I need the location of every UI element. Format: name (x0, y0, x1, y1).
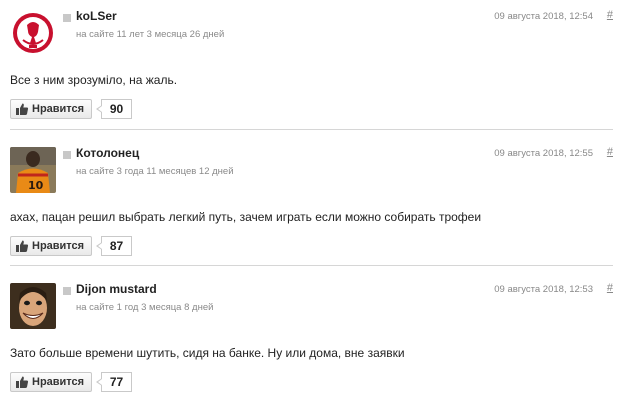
comment-divider (10, 129, 613, 130)
avatar[interactable]: 10 (10, 147, 56, 193)
comment-text: Зато больше времени шутить, сидя на банк… (10, 346, 405, 360)
avatar[interactable] (10, 283, 56, 329)
like-count: 87 (96, 236, 132, 256)
like-count: 77 (96, 372, 132, 392)
like-button[interactable]: Нравится (10, 99, 92, 119)
permalink[interactable]: # (607, 282, 613, 294)
thumbs-up-icon (16, 240, 29, 252)
comment-item: Dijon mustard на сайте 1 год 3 месяца 8 … (0, 273, 623, 401)
comment-date: 09 августа 2018, 12:54 (494, 11, 593, 22)
grinning-face-icon (10, 283, 56, 329)
comment-item: 10 Котолонец на сайте 3 года 11 месяцев … (0, 137, 623, 265)
comment-text: Все з ним зрозуміло, на жаль. (10, 73, 178, 87)
comment-text: ахах, пацан решил выбрать легкий путь, з… (10, 210, 482, 224)
liverpool-crest-icon (10, 10, 56, 56)
avatar[interactable] (10, 10, 56, 56)
user-tenure: на сайте 11 лет 3 месяца 26 дней (76, 29, 225, 40)
user-tenure: на сайте 3 года 11 месяцев 12 дней (76, 166, 234, 177)
user-tenure: на сайте 1 год 3 месяца 8 дней (76, 302, 214, 313)
like-button[interactable]: Нравится (10, 372, 92, 392)
permalink[interactable]: # (607, 9, 613, 21)
username[interactable]: Dijon mustard (76, 282, 157, 296)
comment-date: 09 августа 2018, 12:53 (494, 284, 593, 295)
football-player-icon: 10 (10, 147, 56, 193)
status-indicator (63, 151, 71, 159)
comment-item: koLSer на сайте 11 лет 3 месяца 26 дней … (0, 0, 623, 128)
username[interactable]: Котолонец (76, 146, 139, 160)
like-button[interactable]: Нравится (10, 236, 92, 256)
username[interactable]: koLSer (76, 9, 117, 23)
svg-text:10: 10 (28, 179, 44, 192)
thumbs-up-icon (16, 376, 29, 388)
thumbs-up-icon (16, 103, 29, 115)
comment-date: 09 августа 2018, 12:55 (494, 148, 593, 159)
permalink[interactable]: # (607, 146, 613, 158)
comment-divider (10, 265, 613, 266)
like-button-label: Нравится (32, 376, 85, 388)
like-count: 90 (96, 99, 132, 119)
like-button-label: Нравится (32, 103, 85, 115)
status-indicator (63, 14, 71, 22)
like-button-label: Нравится (32, 240, 85, 252)
status-indicator (63, 287, 71, 295)
